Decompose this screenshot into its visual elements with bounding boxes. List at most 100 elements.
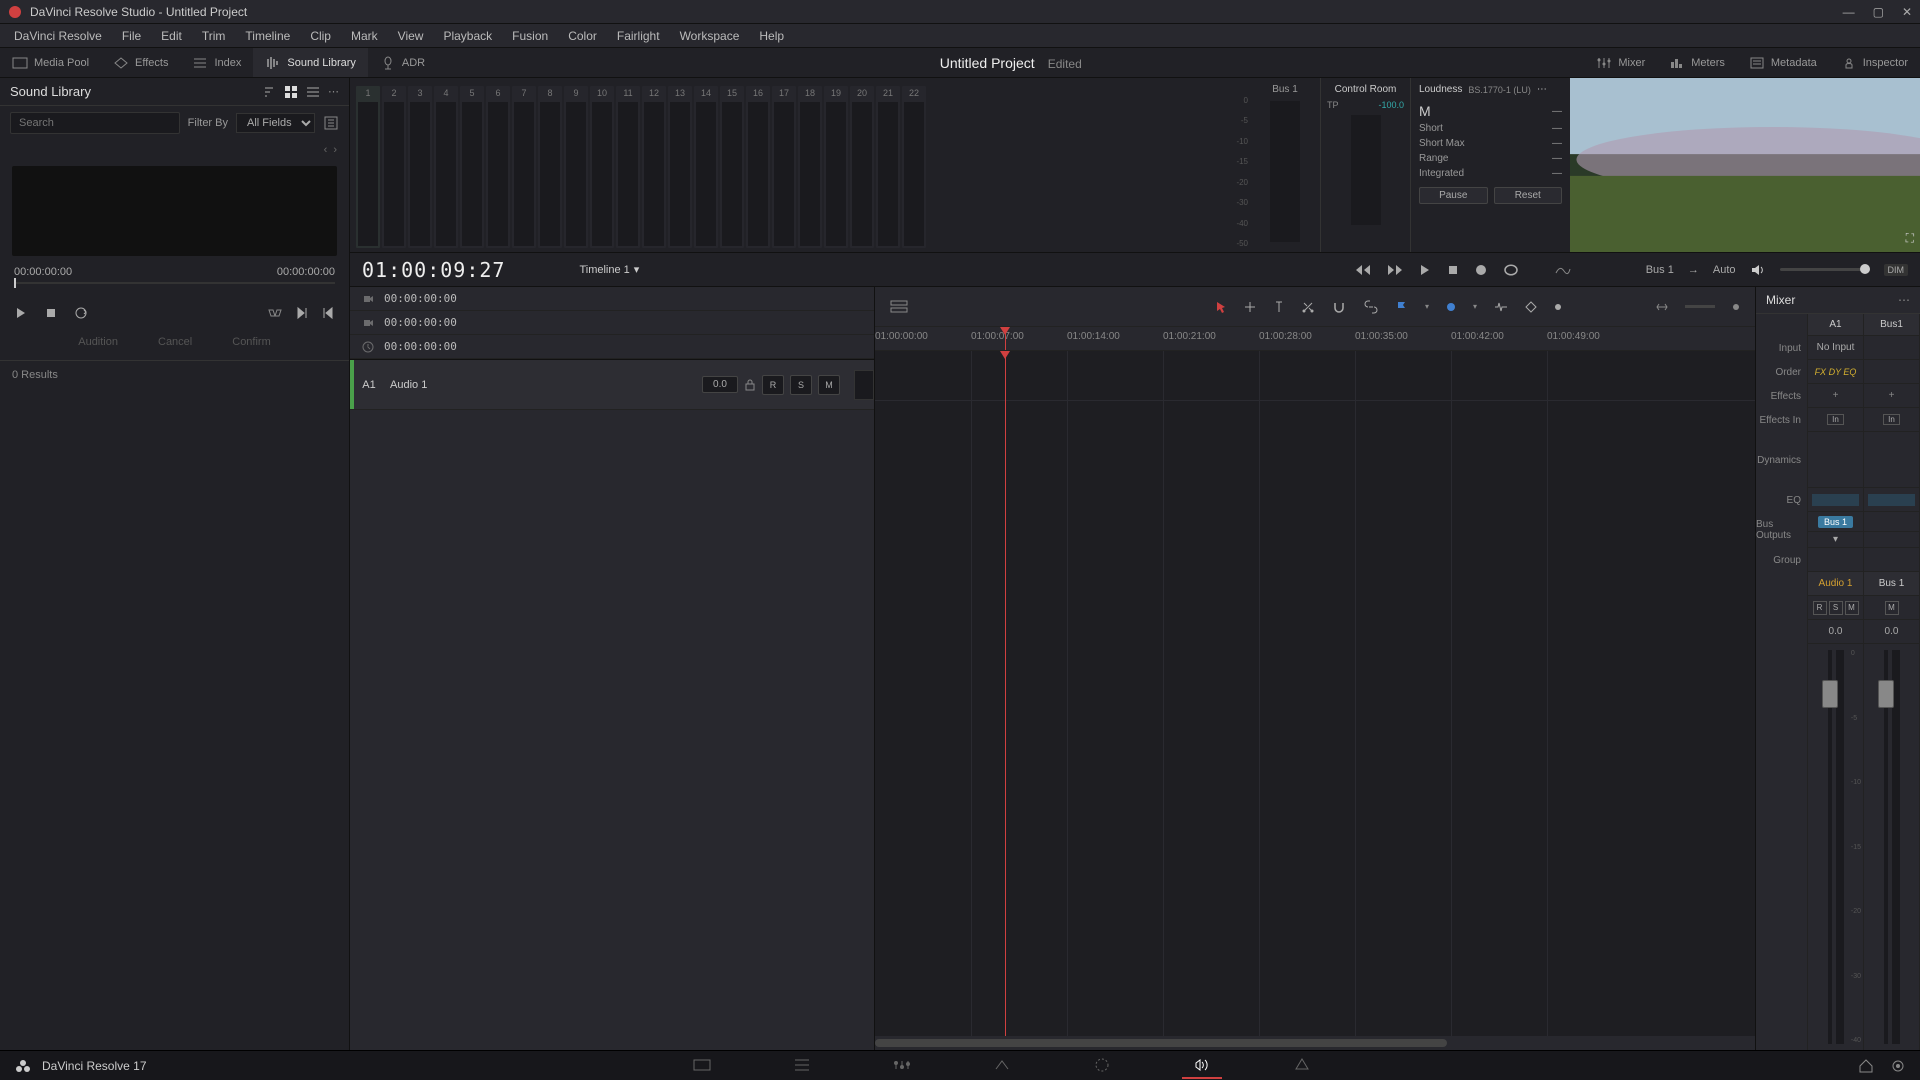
tc-audio-icon[interactable] [362,317,374,329]
mixer-add-effect[interactable]: + [1864,384,1919,408]
track-lock-icon[interactable] [744,378,756,392]
mixer-bus-output[interactable]: Bus 1 [1808,512,1863,532]
search-input[interactable] [10,112,180,134]
preview-loop-icon[interactable] [74,306,90,320]
snap-icon[interactable] [1331,300,1347,314]
marker-dropdown-icon[interactable]: ▾ [1473,302,1477,311]
cancel-button[interactable]: Cancel [158,336,192,348]
preview-skip-back-icon[interactable] [321,306,335,320]
mixer-group[interactable] [1864,548,1919,572]
record-icon[interactable] [1474,263,1488,277]
track-arm-button[interactable]: R [762,375,784,395]
mixer-order[interactable]: FX DY EQ [1808,360,1863,384]
menu-edit[interactable]: Edit [151,29,192,43]
library-options-icon[interactable]: ⋯ [328,85,339,99]
mixer-mute[interactable]: M [1885,601,1899,615]
zoom-slider[interactable] [1685,305,1715,308]
filter-field-select[interactable]: All Fields [236,113,315,133]
mixer-dynamics[interactable] [1864,432,1919,488]
playhead[interactable] [1005,327,1006,350]
menu-timeline[interactable]: Timeline [235,29,300,43]
dot-icon[interactable] [1553,302,1563,312]
menu-app[interactable]: DaVinci Resolve [4,29,112,43]
zoom-dot-icon[interactable] [1731,302,1741,312]
page-deliver[interactable] [1282,1053,1322,1079]
menu-fairlight[interactable]: Fairlight [607,29,670,43]
menu-playback[interactable]: Playback [433,29,502,43]
menu-workspace[interactable]: Workspace [670,29,750,43]
meters-toggle[interactable]: Meters [1657,56,1737,70]
loudness-options-icon[interactable]: ⋯ [1537,84,1547,95]
fast-forward-icon[interactable] [1386,263,1404,277]
flag-blue-icon[interactable] [1395,300,1409,314]
preview-jog-icon[interactable] [267,306,283,320]
loudness-standard[interactable]: BS.1770-1 (LU) [1468,85,1531,95]
mixer-arm[interactable]: R [1813,601,1827,615]
tracks-body[interactable] [875,351,1755,1036]
metadata-toggle[interactable]: Metadata [1737,56,1829,70]
track-mute-button[interactable]: M [818,375,840,395]
page-cut[interactable] [782,1053,822,1079]
track-solo-button[interactable]: S [790,375,812,395]
marker-tool-icon[interactable] [1273,300,1285,314]
menu-mark[interactable]: Mark [341,29,388,43]
mixer-bus-output[interactable] [1864,512,1919,532]
mixer-eq[interactable] [1808,488,1863,512]
mixer-fader[interactable]: 0-5-10-15-20-30-40 [1808,644,1863,1050]
window-close[interactable]: ✕ [1902,5,1912,19]
list-view-icon[interactable] [306,85,320,99]
sort-icon[interactable] [262,85,276,99]
page-media[interactable] [682,1053,722,1079]
mixer-volume[interactable]: 0.0 [1864,620,1919,644]
play-icon[interactable] [1418,263,1432,277]
menu-help[interactable]: Help [749,29,794,43]
inspector-toggle[interactable]: Inspector [1829,56,1920,70]
filter-options-icon[interactable] [323,115,339,131]
mixer-bus-dropdown[interactable]: ▾ [1808,532,1863,548]
menu-fusion[interactable]: Fusion [502,29,558,43]
sound-library-button[interactable]: Sound Library [253,48,368,77]
sub-tc-3[interactable]: 00:00:00:00 [384,340,457,353]
mixer-group[interactable] [1808,548,1863,572]
loudness-reset-button[interactable]: Reset [1494,187,1563,204]
menu-clip[interactable]: Clip [300,29,341,43]
timeline-scrollbar[interactable] [875,1036,1755,1050]
mixer-order[interactable] [1864,360,1919,384]
mixer-add-effect[interactable]: + [1808,384,1863,408]
sub-tc-1[interactable]: 00:00:00:00 [384,292,457,305]
menu-file[interactable]: File [112,29,151,43]
stop-icon[interactable] [1446,263,1460,277]
media-pool-button[interactable]: Media Pool [0,48,101,77]
track-volume[interactable]: 0.0 [702,376,738,393]
window-maximize[interactable]: ▢ [1873,5,1884,19]
sub-tc-2[interactable]: 00:00:00:00 [384,316,457,329]
menu-color[interactable]: Color [558,29,607,43]
timeline-ruler[interactable]: 01:00:00:00 01:00:07:00 01:00:14:00 01:0… [875,327,1755,351]
pointer-tool-icon[interactable] [1215,300,1227,314]
timeline-selector[interactable]: Timeline 1 ▾ [579,263,639,276]
mixer-solo[interactable]: S [1829,601,1843,615]
home-icon[interactable] [1858,1058,1874,1074]
track-header-a1[interactable]: A1 Audio 1 0.0 R S M [350,360,874,410]
viewer-expand-icon[interactable]: ⛶ [1906,231,1914,246]
adr-button[interactable]: ADR [368,48,437,77]
mixer-input[interactable] [1864,336,1919,360]
window-minimize[interactable]: — [1843,5,1855,19]
playhead-line[interactable] [1005,351,1006,1036]
dim-button[interactable]: DIM [1884,264,1909,276]
mixer-eq[interactable] [1864,488,1919,512]
nav-prev-icon[interactable]: ‹ [324,144,328,156]
timeline-scroll-thumb[interactable] [875,1039,1447,1047]
monitor-auto[interactable]: Auto [1713,264,1736,276]
timeline-view-options-icon[interactable] [889,299,909,315]
track-name[interactable]: Audio 1 [384,379,702,391]
menu-trim[interactable]: Trim [192,29,236,43]
fader-handle[interactable] [1822,680,1838,708]
mixer-dynamics[interactable] [1808,432,1863,488]
index-button[interactable]: Index [180,48,253,77]
marker-blue-icon[interactable] [1445,301,1457,313]
volume-slider[interactable] [1780,268,1870,271]
rewind-icon[interactable] [1354,263,1372,277]
menu-view[interactable]: View [388,29,434,43]
preview-skip-fwd-icon[interactable] [295,306,309,320]
